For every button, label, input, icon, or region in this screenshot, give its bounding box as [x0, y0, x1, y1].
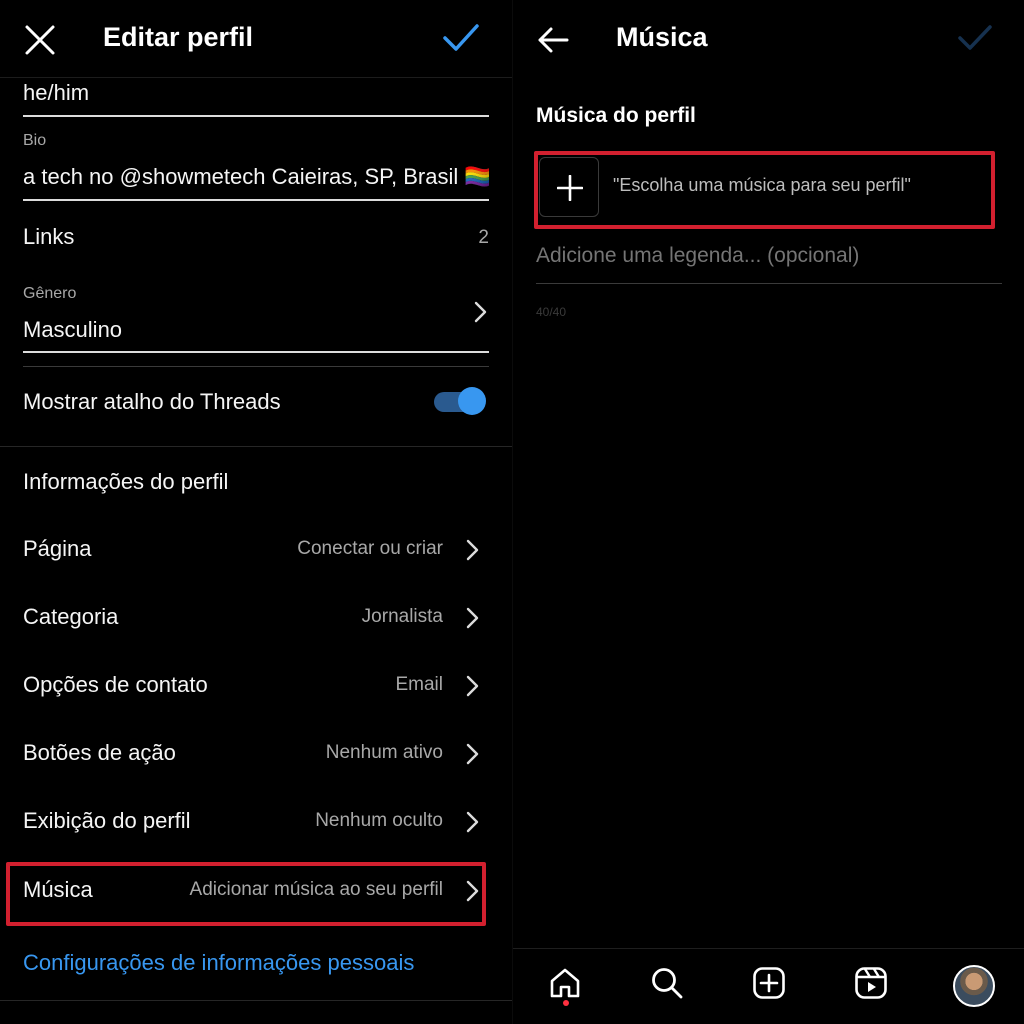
- bio-label: Bio: [23, 132, 47, 149]
- row-label: Botões de ação: [23, 740, 176, 765]
- threads-shortcut-label: Mostrar atalho do Threads: [23, 389, 281, 414]
- links-label: Links: [23, 224, 75, 249]
- add-music-box: [539, 157, 599, 217]
- notification-dot: [563, 1000, 569, 1006]
- search-icon[interactable]: [647, 963, 687, 1007]
- row-value: Nenhum ativo: [325, 742, 443, 763]
- row-label: Página: [23, 536, 92, 561]
- links-count: 2: [478, 227, 489, 248]
- bio-underline: [23, 199, 489, 201]
- bio-field[interactable]: a tech no @showmetech Caieiras, SP, Bras…: [23, 164, 489, 190]
- caption-counter: 40/40: [536, 305, 567, 319]
- category-row[interactable]: Categoria Jornalista: [0, 588, 512, 648]
- edit-profile-header: Editar perfil: [0, 0, 512, 78]
- reels-icon[interactable]: [851, 963, 891, 1007]
- links-row[interactable]: Links 2: [0, 206, 512, 266]
- bottom-navigation: [513, 948, 1024, 1024]
- chevron-right-icon[interactable]: [470, 300, 490, 324]
- choose-music-button[interactable]: "Escolha uma música para seu perfil": [539, 157, 991, 221]
- divider: [23, 366, 489, 367]
- row-label: Opções de contato: [23, 672, 208, 697]
- action-buttons-row[interactable]: Botões de ação Nenhum ativo: [0, 724, 512, 784]
- edit-profile-panel: Editar perfil he/him Bio a tech no @show…: [0, 0, 512, 1024]
- create-icon[interactable]: [749, 963, 789, 1007]
- gender-label: Gênero: [23, 285, 77, 302]
- row-value: Adicionar música ao seu perfil: [189, 879, 443, 900]
- profile-music-title: Música do perfil: [536, 104, 696, 127]
- chevron-right-icon: [462, 674, 482, 698]
- profile-display-row[interactable]: Exibição do perfil Nenhum oculto: [0, 792, 512, 852]
- profile-info-heading: Informações do perfil: [23, 469, 229, 494]
- profile-avatar[interactable]: [953, 965, 995, 1007]
- toggle-knob: [458, 387, 486, 415]
- threads-shortcut-toggle[interactable]: [434, 385, 488, 417]
- music-row[interactable]: Música Adicionar música ao seu perfil: [0, 861, 512, 921]
- chevron-right-icon: [462, 742, 482, 766]
- checkmark-icon[interactable]: [955, 20, 995, 56]
- page-title: Editar perfil: [103, 22, 254, 52]
- page-title: Música: [616, 22, 708, 52]
- checkmark-icon[interactable]: [440, 20, 482, 56]
- personal-info-settings-link[interactable]: Configurações de informações pessoais: [23, 950, 414, 976]
- row-label: Categoria: [23, 604, 119, 629]
- page-row[interactable]: Página Conectar ou criar: [0, 520, 512, 580]
- choose-music-hint: "Escolha uma música para seu perfil": [613, 175, 911, 195]
- row-label: Exibição do perfil: [23, 808, 191, 833]
- row-value: Nenhum oculto: [315, 810, 443, 831]
- contact-options-row[interactable]: Opções de contato Email: [0, 656, 512, 716]
- row-value: Jornalista: [361, 606, 443, 627]
- row-value: Email: [395, 674, 443, 695]
- gender-field[interactable]: Masculino: [23, 317, 122, 343]
- back-arrow-icon[interactable]: [535, 22, 571, 58]
- bottom-divider: [0, 1000, 512, 1001]
- caption-underline: [536, 283, 1002, 284]
- plus-icon: [557, 175, 583, 201]
- music-header: Música: [513, 0, 1024, 78]
- chevron-right-icon: [462, 810, 482, 834]
- caption-input[interactable]: [536, 236, 1002, 276]
- row-value: Conectar ou criar: [297, 538, 443, 559]
- chevron-right-icon: [462, 538, 482, 562]
- gender-underline: [23, 351, 489, 353]
- row-label: Música: [23, 877, 93, 902]
- pronouns-underline: [23, 115, 489, 117]
- pronouns-field[interactable]: he/him: [23, 80, 89, 106]
- section-divider: [0, 446, 512, 447]
- close-icon[interactable]: [22, 22, 58, 58]
- chevron-right-icon: [462, 879, 482, 903]
- music-panel: Música Música do perfil "Escolha uma mús…: [512, 0, 1024, 1024]
- chevron-right-icon: [462, 606, 482, 630]
